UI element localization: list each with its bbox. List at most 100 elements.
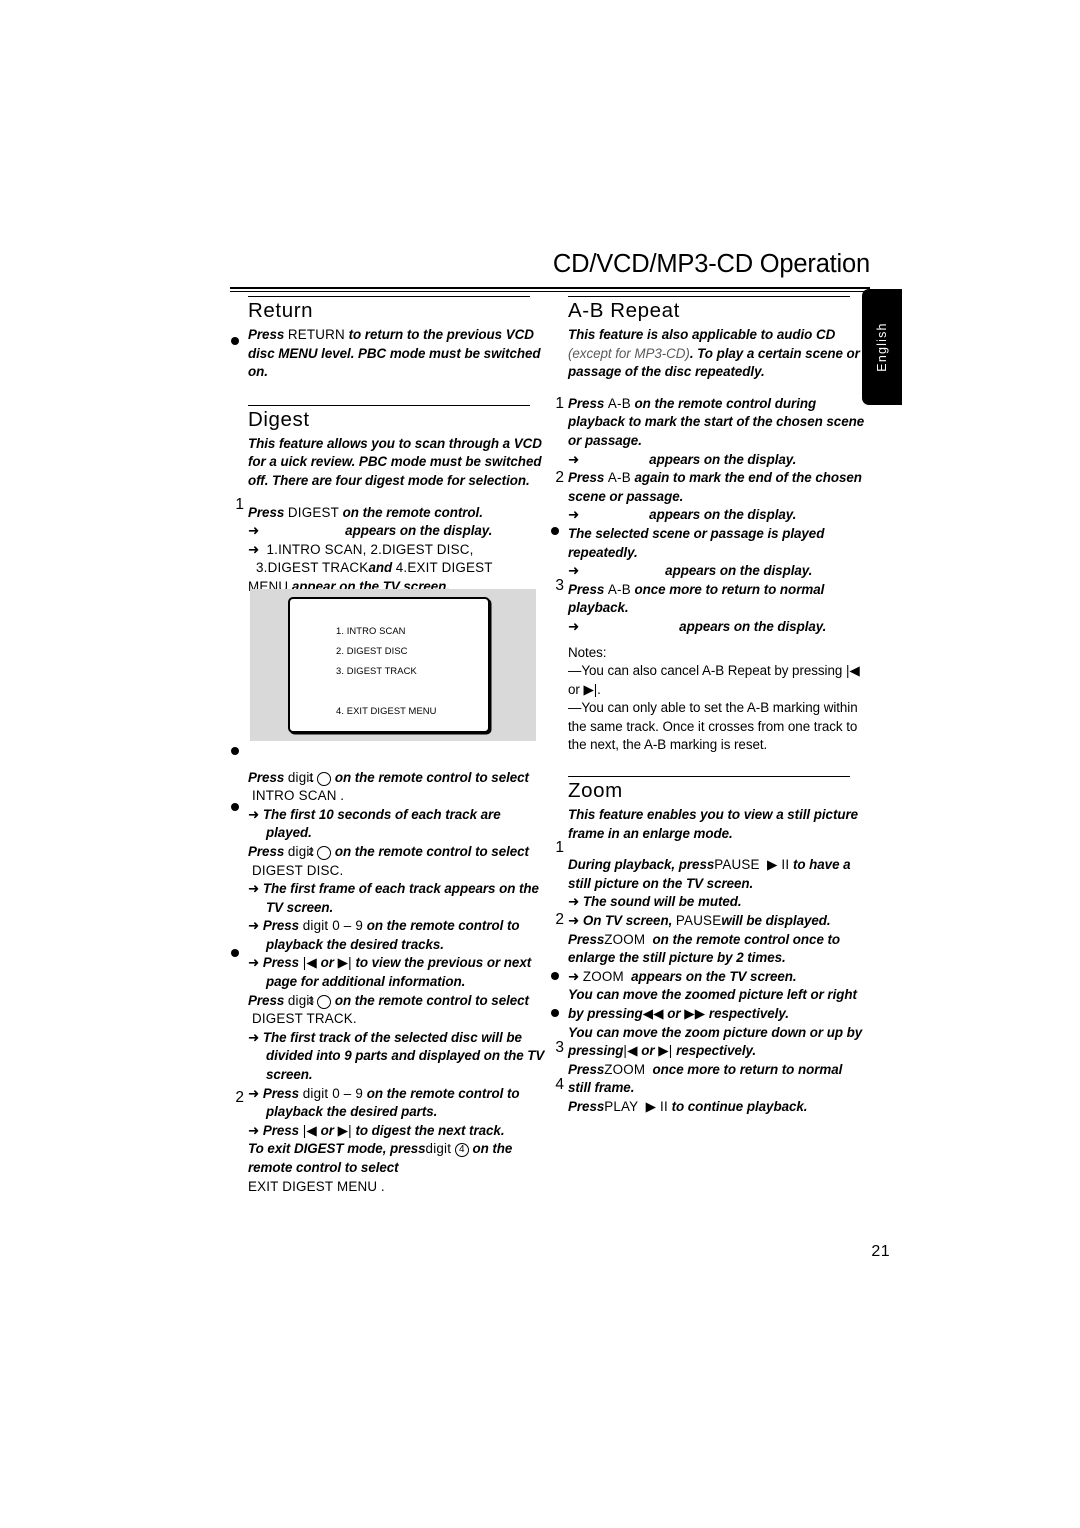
zoom-arrow2-b: will be displayed. [721,913,831,929]
zoom-step2: PressZOOM on the remote control once to … [568,931,868,968]
digest-bullet1-arrow: ➜ The first 10 seconds of each track are… [248,806,548,843]
ab-intro-grey: (except for MP3-CD) [568,345,690,361]
digest-step1-arrow1: ➜ appears on the display. [248,522,548,541]
b2-arrow2-press: Press [262,918,300,934]
zoom-intro: This feature enables you to view a still… [568,807,859,841]
digest-step2: To exit DIGEST mode, pressdigit 4 on the… [248,1140,548,1177]
arrow-icon: ➜ [248,1085,260,1101]
step2-target: EXIT DIGEST MENU [248,1178,378,1194]
ab-step2-arrow: ➜ appears on the display. [568,506,868,525]
ab-note-1: —You can also cancel A-B Repeat by press… [568,662,868,699]
b3-tail: on the remote control to select [334,992,529,1008]
digit-4-icon: 4 [454,1143,469,1158]
ab-bullet-arrow-text: appears on the display. [665,563,813,579]
arrow-icon: ➜ [248,1029,260,1045]
digest-key-label: DIGEST [287,504,339,520]
step2-digit-label: digit [425,1141,452,1157]
bullet-marker [231,803,239,811]
right-column: A-B Repeat This feature is also applicab… [568,296,868,1117]
digest-step1-press: Press [248,504,285,520]
ab-heading: A-B Repeat [568,299,680,322]
page-number: 21 [871,1243,890,1260]
ab-note1-or: or [568,681,580,697]
b1-tail: on the remote control to select [334,769,529,785]
ab-step3-arrow-text: appears on the display. [679,618,827,634]
prev-track-icon: |◀ [623,1043,638,1059]
arrow-icon: ➜ [568,451,580,467]
zoom-arrow2-a: On TV screen, [582,913,673,929]
b1-press: Press [248,769,285,785]
tv-menu-item-4: 4. EXIT DIGEST MENU [336,705,437,716]
digest-bullet3-target: DIGEST TRACK. [248,1010,548,1029]
left-column: Return Press RETURN to return to the pre… [248,296,548,1196]
zoom-step2-press: Press [568,931,605,947]
b2-arrow2-digit: digit 0 – 9 [302,918,364,934]
zoom-heading: Zoom [568,779,623,803]
tv-menu-item-1: 1. INTRO SCAN [336,625,406,636]
arrow-icon: ➜ [568,913,580,929]
ab-bullet: The selected scene or passage is played … [568,525,825,560]
arrow-icon: ➜ [248,955,260,971]
digest-menu-opt1: 1.INTRO SCAN [266,541,363,557]
ab-key-label-3: A-B [607,581,631,597]
b1-arrow-text: The first 10 seconds of each track are p… [262,806,501,841]
arrow-icon: ➜ [568,968,580,984]
ab-bullet-arrow: ➜ appears on the display. [568,562,868,581]
zoom-arrow-tail: appears on the TV screen. [631,968,797,984]
b3-arrow3-press: Press [262,1122,300,1138]
return-bullet-text: Press RETURN to return to the previous V… [248,326,548,382]
digest-step1: Press DIGEST on the remote control. [248,504,548,523]
ab-step3: Press A-B once more to return to normal … [568,581,868,618]
language-tab: English [862,289,902,405]
zoom-key-label: ZOOM [604,931,646,947]
zoom-bullet1-c: respectively. [708,1006,789,1021]
step2-lead: To exit DIGEST mode, press [248,1141,426,1157]
zoom-step3-key: ZOOM [604,1061,646,1077]
b2-tail: on the remote control to select [334,843,529,859]
b3-target: DIGEST TRACK [252,1011,353,1027]
arrow-icon: ➜ [248,541,260,557]
digest-menu-screenshot: 1. INTRO SCAN 2. DIGEST DISC 3. DIGEST T… [250,589,536,741]
arrow-icon: ➜ [248,523,260,539]
ab-section-rule [568,296,850,297]
rewind-icon: ◀◀ [642,1006,664,1021]
b2-arrow1-text: The first frame of each track appears on… [262,881,539,915]
arrow-icon: ➜ [568,894,580,910]
arrow-icon: ➜ [568,618,580,634]
digest-bullet2: Press digit 2 on the remote control to s… [248,843,548,862]
b3-press: Press [248,992,285,1008]
digest-bullet3-arrow3: ➜ Press |◀ or ▶| to digest the next trac… [248,1122,548,1141]
digest-bullet2-arrow2: ➜ Press digit 0 – 9 on the remote contro… [248,917,548,954]
tv-screen-frame: 1. INTRO SCAN 2. DIGEST DISC 3. DIGEST T… [288,597,490,733]
zoom-pause-key: PAUSE [714,857,760,873]
digest-bullet3: Press digit 3 on the remote control to s… [248,992,548,1011]
zoom-step3-press: Press [568,1061,605,1077]
digit-1-icon: 1 [308,771,332,786]
digest-step2-target: EXIT DIGEST MENU . [248,1178,548,1197]
zoom-step3: PressZOOM once more to return to normal … [568,1061,868,1098]
digest-heading: Digest [248,407,310,431]
ab-step2-press: Press [568,470,605,486]
ab-note1-a: —You can also cancel A-B Repeat by press… [568,663,843,679]
zoom-step4: PressPLAY ▶ II to continue playback. [568,1098,868,1117]
ab-step2: Press A-B again to mark the end of the c… [568,469,868,506]
next-track-icon: ▶| [658,1043,673,1059]
b1-target: INTRO SCAN [252,788,337,804]
zoom-step4-press: Press [568,1098,605,1114]
zoom-step1: During playback, pressPAUSE ▶ II to have… [568,856,868,893]
b2-period: . [339,862,344,878]
page-title: CD/VCD/MP3-CD Operation [552,250,870,278]
digest-bullet1: Press digit 1 on the remote control to s… [248,769,548,788]
prev-track-icon: |◀ [845,663,860,679]
zoom-step1-arrow1: ➜ The sound will be muted. [568,893,868,912]
zoom-arrow2-key: PAUSE [675,913,722,929]
step-number-marker: 1 [235,496,244,513]
digest-step1-arrow2b: 3.DIGEST TRACKand 4.EXIT DIGEST [248,559,548,578]
ab-step1-press: Press [568,395,605,411]
digest-menu-opt3: 3.DIGEST TRACK [256,560,369,576]
fast-forward-icon: ▶▶ [684,1006,706,1021]
digest-bullet3-arrow2: ➜ Press digit 0 – 9 on the remote contro… [248,1085,548,1122]
prev-track-icon: |◀ [302,1122,317,1138]
arrow-icon: ➜ [248,806,260,822]
zoom-bullet2-c: respectively. [676,1043,757,1059]
